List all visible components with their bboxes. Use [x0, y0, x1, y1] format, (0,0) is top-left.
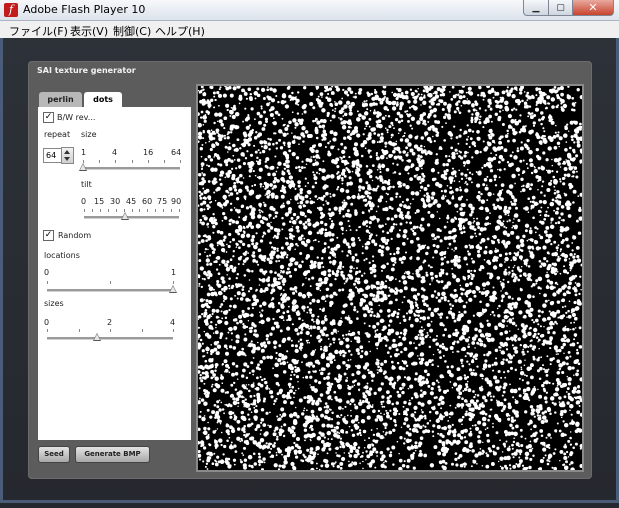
- flash-player-icon: f: [4, 3, 18, 17]
- sizes-tick-label: 0: [44, 318, 50, 327]
- tilt-tick-label: 0: [81, 197, 87, 206]
- slider-tick: [115, 209, 117, 212]
- size-tick-label: 4: [112, 148, 118, 157]
- locations-label: locations: [44, 251, 80, 260]
- size-tick-label: 16: [143, 148, 154, 157]
- menu-file[interactable]: ファイル(F): [9, 23, 68, 39]
- menu-view[interactable]: 表示(V): [70, 23, 108, 39]
- slider-tick: [107, 209, 109, 212]
- slider-tick: [47, 329, 48, 332]
- tilt-tick-label: 60: [142, 197, 153, 206]
- size-tick-label: 64: [171, 148, 182, 157]
- random-checkbox[interactable]: ✓: [43, 230, 54, 241]
- locations-tick-label: 1: [171, 268, 177, 277]
- slider-track[interactable]: [47, 337, 173, 340]
- bw-reverse-checkbox[interactable]: ✓: [43, 112, 54, 123]
- repeat-stepper-buttons[interactable]: [61, 147, 74, 164]
- slider-tick: [147, 209, 149, 212]
- slider-tick: [173, 281, 174, 284]
- menu-control[interactable]: 制御(C): [113, 23, 151, 39]
- sizes-tick-label: 4: [170, 318, 176, 327]
- slider-tick: [163, 209, 165, 212]
- slider-thumb[interactable]: [93, 333, 102, 341]
- generate-bmp-button[interactable]: Generate BMP: [75, 446, 150, 463]
- panel-title: SAI texture generator: [37, 66, 136, 75]
- slider-tick: [147, 160, 149, 163]
- repeat-label: repeat: [44, 130, 71, 139]
- slider-tick: [78, 329, 80, 332]
- tilt-label: tilt: [81, 180, 92, 189]
- sizes-label: sizes: [44, 299, 64, 308]
- slider-track[interactable]: [83, 167, 180, 170]
- slider-track[interactable]: [47, 289, 173, 292]
- size-tick-label: 1: [81, 148, 87, 157]
- menu-help[interactable]: ヘルプ(H): [155, 23, 205, 39]
- slider-tick: [110, 281, 111, 284]
- slider-tick: [163, 160, 165, 163]
- slider-tick: [179, 209, 180, 212]
- tab-dots[interactable]: dots: [84, 92, 122, 108]
- size-label: size: [81, 130, 97, 139]
- stepper-down-icon[interactable]: [64, 157, 70, 161]
- slider-thumb[interactable]: [79, 163, 87, 171]
- window-controls: ▁ ▢ ✕: [523, 0, 614, 16]
- slider-tick: [171, 209, 173, 212]
- slider-tick: [99, 160, 101, 163]
- close-button[interactable]: ✕: [573, 0, 614, 16]
- sizes-tick-label: 2: [107, 318, 113, 327]
- dot-texture-image: [198, 86, 582, 470]
- slider-thumb[interactable]: [120, 212, 129, 220]
- slider-thumb[interactable]: [169, 285, 177, 293]
- slider-tick: [139, 209, 141, 212]
- bw-reverse-label: B/W rev...: [57, 113, 96, 122]
- slider-tick: [115, 160, 117, 163]
- tab-perlin[interactable]: perlin: [39, 92, 82, 107]
- seed-button[interactable]: Seed: [38, 446, 70, 463]
- slider-tick: [47, 281, 48, 284]
- random-label: Random: [58, 231, 92, 240]
- tilt-tick-label: 15: [94, 197, 105, 206]
- tilt-tick-label: 45: [126, 197, 137, 206]
- slider-tick: [141, 329, 143, 332]
- tilt-tick-label: 75: [157, 197, 168, 206]
- slider-tick: [99, 209, 101, 212]
- tilt-tick-label: 90: [171, 197, 182, 206]
- slider-track[interactable]: [84, 216, 179, 219]
- tilt-tick-label: 30: [110, 197, 121, 206]
- slider-tick: [91, 209, 93, 212]
- texture-preview: [198, 86, 582, 470]
- slider-tick: [155, 209, 157, 212]
- slider-tick: [173, 329, 174, 332]
- slider-tick: [84, 209, 85, 212]
- window-titlebar[interactable]: f Adobe Flash Player 10 ▁ ▢ ✕: [0, 0, 619, 21]
- locations-tick-label: 0: [44, 268, 50, 277]
- slider-tick: [131, 209, 133, 212]
- stepper-up-icon[interactable]: [64, 150, 70, 154]
- slider-tick: [110, 329, 111, 332]
- slider-tick: [180, 160, 181, 163]
- maximize-button[interactable]: ▢: [549, 0, 573, 16]
- slider-tick: [131, 160, 133, 163]
- minimize-button[interactable]: ▁: [523, 0, 549, 16]
- menu-bar: ファイル(F) 表示(V) 制御(C) ヘルプ(H): [0, 21, 619, 39]
- window-title: Adobe Flash Player 10: [23, 3, 146, 16]
